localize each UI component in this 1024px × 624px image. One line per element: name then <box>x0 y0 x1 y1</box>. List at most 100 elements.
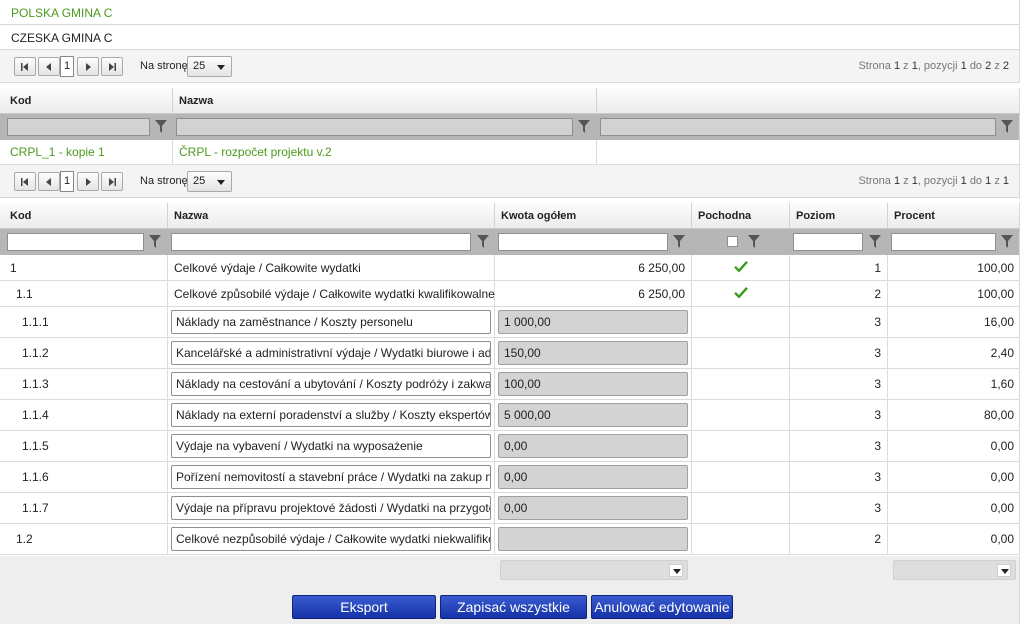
column-header-pochodna[interactable]: Pochodna <box>692 203 790 229</box>
table-row[interactable]: 1.1.5 Výdaje na vybavení / Wydatki na wyp… <box>0 431 1020 462</box>
filter-icon[interactable] <box>149 235 161 249</box>
table-row[interactable]: 1.1.3 Náklady na cestování a ubytování / … <box>0 369 1020 400</box>
filter-input-kwota[interactable] <box>498 233 668 251</box>
cell-kod: 1.2 <box>4 524 168 554</box>
filter-icon[interactable] <box>748 235 760 249</box>
row-nazwa[interactable]: ČRPL - rozpočet projektu v.2 <box>179 145 332 159</box>
filter-icon[interactable] <box>673 235 685 249</box>
per-page-select[interactable]: 25 <box>187 56 232 77</box>
cell-poziom: 3 <box>790 369 888 399</box>
chevron-down-icon <box>997 564 1011 577</box>
nazwa-input[interactable]: Náklady na externí poradenství a služby … <box>171 403 491 427</box>
kwota-input[interactable]: 150,00 <box>498 341 688 365</box>
filter-input-procent[interactable] <box>891 233 996 251</box>
filter-icon[interactable] <box>1001 120 1013 134</box>
kwota-input[interactable]: 0,00 <box>498 496 688 520</box>
filter-icon[interactable] <box>155 120 167 134</box>
cell-poziom: 3 <box>790 338 888 368</box>
filter-input-poziom[interactable] <box>793 233 863 251</box>
table-row[interactable]: 1.2 Celkové nezpůsobilé výdaje / Całkowit… <box>0 524 1020 555</box>
table-row[interactable]: 1 Celkové výdaje / Całkowite wydatki 6 250… <box>0 255 1020 281</box>
nazwa-input[interactable]: Kancelářské a administrativní výdaje / W… <box>171 341 491 365</box>
filter-input-extra[interactable] <box>600 118 996 136</box>
prev-page-icon <box>46 178 51 186</box>
cell-kwota: 150,00 <box>495 338 692 368</box>
filter-input-nazwa[interactable] <box>176 118 573 136</box>
filter-input-nazwa[interactable] <box>171 233 471 251</box>
checkmark-icon <box>733 286 748 299</box>
nazwa-input[interactable]: Výdaje na vybavení / Wydatki na wyposaże… <box>171 434 491 458</box>
per-page-select[interactable]: 25 <box>187 171 232 192</box>
table-row[interactable]: 1.1 Celkové způsobilé výdaje / Całkowite … <box>0 281 1020 307</box>
kwota-input[interactable]: 0,00 <box>498 434 688 458</box>
column-header-poziom[interactable]: Poziom <box>790 203 888 229</box>
cell-kwota: 6 250,00 <box>495 255 692 280</box>
cell-kod: 1.1.3 <box>4 369 168 399</box>
column-header-nazwa[interactable]: Nazwa <box>173 88 597 114</box>
cell-nazwa: Celkové způsobilé výdaje / Całkowite wyd… <box>168 281 495 306</box>
per-page-label: Na stronę <box>140 60 188 72</box>
procent-summary-select[interactable] <box>893 560 1016 580</box>
nazwa-input[interactable]: Pořízení nemovitostí a stavební práce / … <box>171 465 491 489</box>
row-poziom: 3 <box>874 377 881 391</box>
first-page-button[interactable] <box>14 172 36 191</box>
nazwa-input[interactable]: Náklady na zaměstnance / Koszty personel… <box>171 310 491 334</box>
table-row[interactable]: 1.1.1 Náklady na zaměstnance / Koszty per… <box>0 307 1020 338</box>
cell-kod: 1.1.7 <box>4 493 168 523</box>
nazwa-input[interactable]: Výdaje na přípravu projektové žádosti / … <box>171 496 491 520</box>
kwota-input[interactable]: 0,00 <box>498 465 688 489</box>
table-row[interactable]: 1.1.4 Náklady na externí poradenství a sl… <box>0 400 1020 431</box>
column-header-kod[interactable]: Kod <box>4 88 173 114</box>
pager-info-text: z <box>994 175 1000 187</box>
next-page-button[interactable] <box>77 57 99 76</box>
last-page-button[interactable] <box>101 57 123 76</box>
list-item[interactable]: POLSKA GMINA C <box>0 0 1020 25</box>
table-row[interactable]: CRPL_1 - kopie 1 ČRPL - rozpočet projekt… <box>0 140 1020 165</box>
nazwa-input[interactable]: Náklady na cestování a ubytování / Koszt… <box>171 372 491 396</box>
table-row[interactable]: 1.1.2 Kancelářské a administrativní výdaj… <box>0 338 1020 369</box>
first-page-button[interactable] <box>14 57 36 76</box>
filter-icon[interactable] <box>869 235 881 249</box>
column-header-kwota[interactable]: Kwota ogółem <box>495 203 692 229</box>
prev-page-icon <box>46 63 51 71</box>
cell-procent: 100,00 <box>888 281 1020 306</box>
kwota-input[interactable]: 5 000,00 <box>498 403 688 427</box>
kwota-summary-select[interactable] <box>500 560 688 580</box>
kwota-input[interactable] <box>498 527 688 551</box>
table-row[interactable]: 1.1.7 Výdaje na přípravu projektové žádos… <box>0 493 1020 524</box>
row-procent: 0,00 <box>990 501 1014 515</box>
prev-page-button[interactable] <box>38 172 60 191</box>
row-kod[interactable]: CRPL_1 - kopie 1 <box>10 145 105 159</box>
row-kod: 1.1.1 <box>22 315 49 329</box>
kwota-input[interactable]: 100,00 <box>498 372 688 396</box>
save-all-button[interactable]: Zapisać wszystkie <box>440 595 587 619</box>
pager-info: Strona 1 z 1, pozycji 1 do 2 z 2 <box>858 60 1009 72</box>
export-button[interactable]: Eksport <box>292 595 436 619</box>
nazwa-input[interactable]: Celkové nezpůsobilé výdaje / Całkowite w… <box>171 527 491 551</box>
filter-icon[interactable] <box>578 120 590 134</box>
prev-page-button[interactable] <box>38 57 60 76</box>
column-header-kod[interactable]: Kod <box>4 203 168 229</box>
next-page-button[interactable] <box>77 172 99 191</box>
pager-info-text: 2 <box>1002 60 1009 72</box>
column-header-nazwa[interactable]: Nazwa <box>168 203 495 229</box>
filter-checkbox-pochodna[interactable] <box>727 236 738 247</box>
column-header-procent[interactable]: Procent <box>888 203 1020 229</box>
list-item[interactable]: CZESKA GMINA C <box>0 25 1020 50</box>
pager-info-text: z <box>994 60 1000 72</box>
filter-input-kod[interactable] <box>7 118 150 136</box>
cell-kwota <box>495 524 692 554</box>
filter-icon[interactable] <box>477 235 489 249</box>
filter-input-kod[interactable] <box>7 233 144 251</box>
per-page-value: 25 <box>193 175 206 187</box>
page-number[interactable]: 1 <box>60 56 74 77</box>
page-number[interactable]: 1 <box>60 171 74 192</box>
kwota-input[interactable]: 1 000,00 <box>498 310 688 334</box>
cell-pochodna <box>692 281 790 306</box>
next-page-icon <box>86 178 91 186</box>
table-row[interactable]: 1.1.6 Pořízení nemovitostí a stavební prá… <box>0 462 1020 493</box>
filter-icon[interactable] <box>1001 235 1013 249</box>
cancel-edit-button[interactable]: Anulować edytowanie <box>591 595 733 619</box>
row-procent: 0,00 <box>990 439 1014 453</box>
last-page-button[interactable] <box>101 172 123 191</box>
